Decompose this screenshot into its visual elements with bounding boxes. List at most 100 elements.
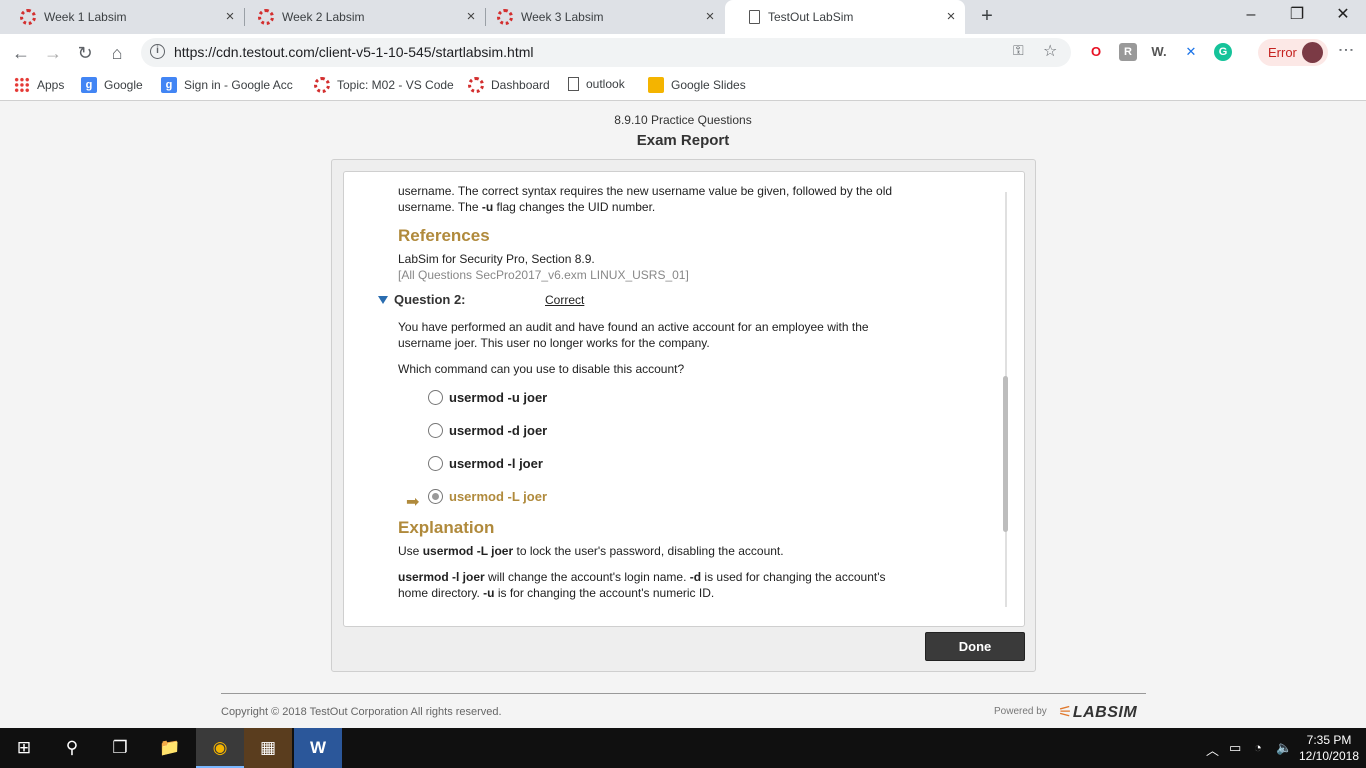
tab-week1[interactable]: Week 1 Labsim ×	[0, 0, 244, 34]
question-toggle[interactable]: Question 2:	[378, 292, 466, 307]
answer-option[interactable]: usermod -u joer	[428, 390, 547, 405]
ring-icon	[468, 77, 484, 93]
url-text[interactable]: https://cdn.testout.com/client-v5-1-10-5…	[174, 44, 533, 60]
previous-explanation-text: username. The correct syntax requires th…	[398, 184, 893, 198]
avatar	[1302, 42, 1323, 63]
tab-title: Week 3 Labsim	[521, 10, 604, 24]
answer-option-selected[interactable]: usermod -L joer	[428, 489, 547, 504]
tray-expand-icon[interactable]: ︿	[1206, 740, 1219, 759]
explanation-text: usermod -l joer will change the account'…	[398, 570, 886, 584]
tab-week3[interactable]: Week 3 Labsim ×	[477, 0, 724, 34]
footer-divider	[221, 693, 1146, 694]
window-close-button[interactable]: ✕	[1320, 0, 1366, 30]
bookmark-star-icon[interactable]: ☆	[1043, 41, 1057, 61]
extension-x-icon[interactable]: ✕	[1182, 43, 1200, 61]
close-icon[interactable]: ×	[943, 9, 959, 25]
search-icon[interactable]: ⚲	[48, 728, 96, 768]
browser-toolbar: ← → ↻ ⌂ i https://cdn.testout.com/client…	[0, 34, 1366, 71]
task-view-icon[interactable]: ❐	[96, 728, 144, 768]
explanation-heading: Explanation	[398, 518, 495, 537]
app-icon[interactable]: ▦	[244, 728, 292, 768]
report-scroll-area[interactable]: username. The correct syntax requires th…	[343, 171, 1025, 627]
reload-button[interactable]: ↻	[72, 40, 98, 66]
slides-icon	[648, 77, 664, 93]
battery-icon[interactable]: ▭	[1229, 740, 1241, 756]
opera-extension-icon[interactable]: O	[1087, 43, 1105, 61]
option-label: usermod -d joer	[449, 423, 548, 438]
tab-title: Week 2 Labsim	[282, 10, 365, 24]
home-button[interactable]: ⌂	[104, 40, 130, 66]
bookmark-label: outlook	[586, 77, 625, 91]
tab-testout-labsim[interactable]: TestOut LabSim ×	[725, 0, 965, 34]
error-label: Error	[1268, 45, 1297, 60]
tab-title: TestOut LabSim	[768, 10, 854, 24]
key-icon[interactable]: ⚿	[1013, 42, 1024, 59]
radio-button[interactable]	[428, 423, 443, 438]
menu-icon[interactable]: ⋮	[1336, 42, 1355, 58]
bookmark-label: Google Slides	[671, 78, 746, 92]
done-button[interactable]: Done	[925, 632, 1025, 661]
explanation-text: home directory. -u is for changing the a…	[398, 586, 715, 600]
bookmark-google[interactable]: g Google	[81, 77, 143, 93]
radio-button[interactable]	[428, 390, 443, 405]
tab-title: Week 1 Labsim	[44, 10, 127, 24]
forward-button[interactable]: →	[40, 40, 66, 66]
clock-time: 7:35 PM	[1306, 733, 1352, 747]
start-button[interactable]: ⊞	[0, 728, 48, 768]
file-explorer-icon[interactable]: 📁	[146, 728, 194, 768]
document-icon	[568, 77, 579, 91]
scrollbar-thumb[interactable]	[1003, 376, 1008, 532]
page-subtitle: 8.9.10 Practice Questions	[614, 113, 752, 127]
question-label: Question 2:	[394, 292, 466, 307]
labsim-favicon-icon	[20, 9, 36, 25]
question-status-link[interactable]: Correct	[545, 293, 584, 307]
back-button[interactable]: ←	[8, 40, 34, 66]
bookmark-label: Google	[104, 78, 143, 92]
minimize-button[interactable]: –	[1228, 0, 1274, 30]
wifi-icon[interactable]: ◔	[1254, 740, 1262, 755]
bookmark-outlook[interactable]: outlook	[568, 77, 625, 91]
apps-icon	[14, 77, 30, 93]
question-prompt: Which command can you use to disable thi…	[398, 362, 685, 376]
question-text: You have performed an audit and have fou…	[398, 320, 869, 334]
new-tab-button[interactable]: +	[975, 4, 999, 28]
references-heading: References	[398, 226, 490, 245]
bookmark-google-slides[interactable]: Google Slides	[648, 77, 746, 93]
reference-text: LabSim for Security Pro, Section 8.9.	[398, 252, 595, 266]
close-icon[interactable]: ×	[702, 9, 718, 25]
collapse-triangle-icon[interactable]	[378, 295, 388, 304]
labsim-logo: ⚟LABSIM	[1058, 704, 1138, 721]
bookmark-dashboard[interactable]: Dashboard	[468, 77, 550, 93]
bookmarks-bar: Apps g Google g Sign in - Google Acc Top…	[0, 71, 1366, 101]
radio-button[interactable]	[428, 456, 443, 471]
restore-button[interactable]: ❐	[1274, 0, 1320, 30]
grammarly-icon[interactable]: G	[1214, 43, 1232, 61]
google-icon: g	[81, 77, 97, 93]
google-icon: g	[161, 77, 177, 93]
extension-icon[interactable]: R	[1119, 43, 1137, 61]
answer-option[interactable]: usermod -l joer	[428, 456, 543, 471]
word-icon[interactable]: W	[294, 728, 342, 768]
profile-error-chip[interactable]: Error	[1258, 39, 1328, 66]
volume-icon[interactable]: 🔈	[1276, 740, 1292, 756]
system-clock[interactable]: 7:35 PM 12/10/2018	[1296, 732, 1362, 764]
answer-option[interactable]: usermod -d joer	[428, 423, 547, 438]
exam-report-panel: username. The correct syntax requires th…	[331, 159, 1036, 672]
bookmark-topic-m02[interactable]: Topic: M02 - VS Code	[314, 77, 454, 93]
address-bar[interactable]: i https://cdn.testout.com/client-v5-1-10…	[141, 38, 1071, 67]
chrome-icon[interactable]: ◉	[196, 728, 244, 768]
bookmark-apps[interactable]: Apps	[14, 77, 64, 93]
labsim-favicon-icon	[258, 9, 274, 25]
radio-button[interactable]	[428, 489, 443, 504]
extension-w-icon[interactable]: W.	[1150, 43, 1168, 61]
close-icon[interactable]: ×	[222, 9, 238, 25]
labsim-favicon-icon	[497, 9, 513, 25]
tab-week2[interactable]: Week 2 Labsim ×	[238, 0, 485, 34]
info-icon[interactable]: i	[150, 44, 165, 59]
selected-answer-arrow-icon: ➡	[406, 494, 420, 511]
document-icon	[749, 10, 760, 24]
bookmark-sign-in[interactable]: g Sign in - Google Acc	[161, 77, 293, 93]
question-text: username joer. This user no longer works…	[398, 336, 710, 350]
clock-date: 12/10/2018	[1298, 749, 1360, 763]
option-label: usermod -L joer	[449, 489, 548, 504]
